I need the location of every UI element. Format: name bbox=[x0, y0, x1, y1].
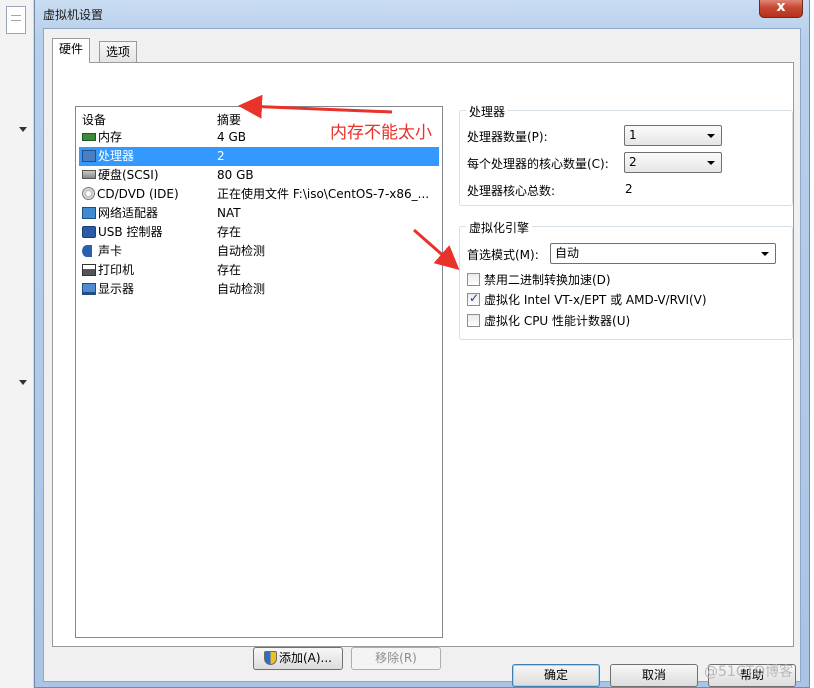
device-name: 硬盘(SCSI) bbox=[98, 168, 159, 182]
disable-binary-translation-checkbox[interactable]: 禁用二进制转换加速(D) bbox=[467, 271, 611, 288]
hardware-tab-panel: 设备 摘要 内存 4 GB 处理器 2 硬盘(SCSI) 80 GB CD/DV… bbox=[52, 62, 794, 670]
device-summary: 正在使用文件 F:\iso\CentOS-7-x86_... bbox=[217, 187, 430, 201]
virtualization-engine-group: 虚拟化引擎 首选模式(M): 自动 禁用二进制转换加速(D) 虚拟化 Intel… bbox=[459, 219, 793, 340]
device-name: 显示器 bbox=[98, 282, 135, 296]
chevron-down-icon bbox=[761, 252, 769, 256]
watermark: @51CTO博客 bbox=[704, 664, 794, 680]
device-summary: 自动检测 bbox=[217, 282, 266, 296]
hard-disk-icon bbox=[82, 170, 96, 179]
chevron-down-icon bbox=[707, 161, 715, 165]
checkbox-box-checked[interactable] bbox=[467, 291, 480, 306]
device-summary: 存在 bbox=[217, 225, 242, 239]
total-cores-value: 2 bbox=[625, 182, 633, 196]
device-row-display[interactable]: 显示器 自动检测 bbox=[79, 280, 439, 299]
cores-per-processor-value: 2 bbox=[629, 155, 637, 169]
checkbox-label: 虚拟化 CPU 性能计数器(U) bbox=[484, 314, 631, 328]
device-name: 打印机 bbox=[98, 263, 135, 277]
ok-button[interactable]: 确定 bbox=[512, 664, 600, 687]
chevron-down-icon bbox=[707, 134, 715, 138]
collapse-arrow-icon[interactable] bbox=[19, 380, 27, 385]
summary-column-header[interactable]: 摘要 bbox=[217, 111, 241, 128]
device-column-header[interactable]: 设备 bbox=[82, 111, 106, 128]
cd-dvd-icon bbox=[82, 187, 95, 200]
device-name: 声卡 bbox=[98, 244, 123, 258]
device-name: CD/DVD (IDE) bbox=[97, 187, 179, 201]
device-name: USB 控制器 bbox=[98, 225, 163, 239]
uac-shield-icon bbox=[263, 651, 277, 665]
cores-per-processor-label: 每个处理器的核心数量(C): bbox=[467, 157, 609, 171]
device-row-usb-controller[interactable]: USB 控制器 存在 bbox=[79, 223, 439, 242]
tab-options[interactable]: 选项 bbox=[99, 41, 138, 63]
device-summary: 80 GB bbox=[217, 168, 254, 182]
processor-count-value: 1 bbox=[629, 128, 637, 142]
cores-per-processor-select[interactable]: 2 bbox=[624, 152, 722, 173]
preferred-mode-select[interactable]: 自动 bbox=[550, 243, 776, 264]
device-summary: 2 bbox=[217, 149, 225, 163]
processor-count-label: 处理器数量(P): bbox=[467, 130, 548, 144]
preferred-mode-value: 自动 bbox=[555, 246, 580, 260]
device-name: 内存 bbox=[98, 130, 123, 144]
add-button-label: 添加(A)... bbox=[278, 651, 333, 665]
device-summary: 自动检测 bbox=[217, 244, 266, 258]
vm-settings-dialog: 虚拟机设置 x 硬件 选项 设备 摘要 内存 4 GB 处理器 2 硬盘(SCS… bbox=[34, 0, 810, 688]
device-summary: 4 GB bbox=[217, 130, 246, 144]
virtualize-cpu-counters-checkbox[interactable]: 虚拟化 CPU 性能计数器(U) bbox=[467, 312, 630, 329]
network-adapter-icon bbox=[82, 207, 96, 219]
device-row-network-adapter[interactable]: 网络适配器 NAT bbox=[79, 204, 439, 223]
device-row-hard-disk[interactable]: 硬盘(SCSI) 80 GB bbox=[79, 166, 439, 185]
window-title: 虚拟机设置 bbox=[43, 8, 104, 22]
device-summary: NAT bbox=[217, 206, 241, 220]
processor-group: 处理器 处理器数量(P): 1 每个处理器的核心数量(C): 2 处理器核心总数… bbox=[459, 103, 793, 206]
checkbox-box[interactable] bbox=[467, 273, 480, 286]
device-name: 网络适配器 bbox=[98, 206, 159, 220]
background-app-strip bbox=[0, 0, 34, 688]
document-icon bbox=[6, 6, 26, 34]
tab-hardware[interactable]: 硬件 bbox=[52, 38, 91, 63]
add-button[interactable]: 添加(A)... bbox=[253, 647, 343, 670]
close-button[interactable]: x bbox=[759, 0, 803, 18]
processor-count-select[interactable]: 1 bbox=[624, 125, 722, 146]
device-row-printer[interactable]: 打印机 存在 bbox=[79, 261, 439, 280]
checkbox-label: 虚拟化 Intel VT-x/EPT 或 AMD-V/RVI(V) bbox=[484, 293, 707, 307]
title-bar[interactable]: 虚拟机设置 x bbox=[35, 0, 809, 28]
processor-group-title: 处理器 bbox=[466, 103, 509, 120]
device-list[interactable]: 设备 摘要 内存 4 GB 处理器 2 硬盘(SCSI) 80 GB CD/DV… bbox=[75, 106, 443, 638]
device-row-processor[interactable]: 处理器 2 bbox=[79, 147, 439, 166]
preferred-mode-label: 首选模式(M): bbox=[467, 248, 539, 262]
device-row-cd-dvd[interactable]: CD/DVD (IDE) 正在使用文件 F:\iso\CentOS-7-x86_… bbox=[79, 185, 439, 204]
annotation-text: 内存不能太小 bbox=[330, 123, 432, 143]
display-icon bbox=[82, 283, 96, 295]
usb-icon bbox=[82, 226, 96, 238]
virtualization-group-title: 虚拟化引擎 bbox=[466, 219, 533, 236]
remove-button[interactable]: 移除(R) bbox=[351, 647, 441, 670]
device-row-sound-card[interactable]: 声卡 自动检测 bbox=[79, 242, 439, 261]
processor-icon bbox=[82, 150, 96, 162]
collapse-arrow-icon[interactable] bbox=[19, 127, 27, 132]
checkbox-box[interactable] bbox=[467, 314, 480, 327]
device-summary: 存在 bbox=[217, 263, 242, 277]
sound-card-icon bbox=[82, 245, 92, 257]
checkbox-label: 禁用二进制转换加速(D) bbox=[484, 273, 611, 287]
virtualize-vtx-checkbox[interactable]: 虚拟化 Intel VT-x/EPT 或 AMD-V/RVI(V) bbox=[467, 291, 707, 308]
total-cores-label: 处理器核心总数: bbox=[467, 184, 556, 198]
memory-icon bbox=[82, 133, 96, 141]
device-name: 处理器 bbox=[98, 149, 135, 163]
cancel-button[interactable]: 取消 bbox=[610, 664, 698, 687]
printer-icon bbox=[82, 264, 96, 276]
